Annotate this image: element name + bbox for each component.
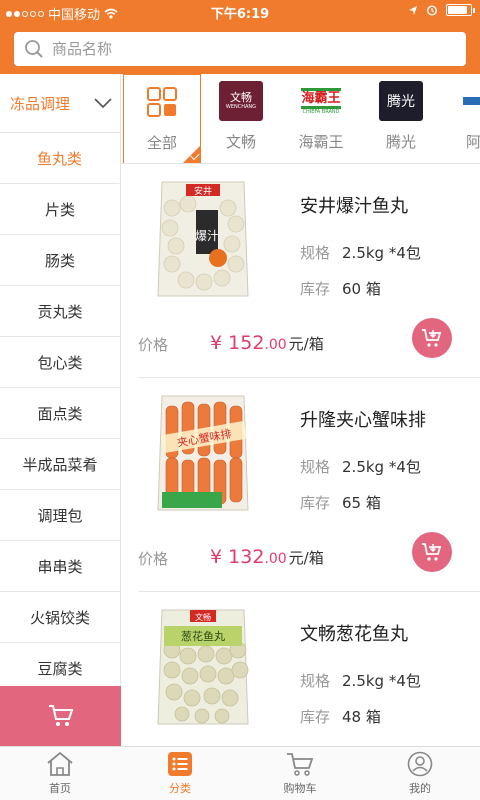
sidebar-item-pastry[interactable]: 面点类 bbox=[0, 388, 120, 439]
product-stock: 库存 48 箱 bbox=[300, 708, 381, 726]
tab-category-label: 分类 bbox=[169, 782, 191, 795]
product-price: ¥ 132.00 元/箱 bbox=[210, 546, 324, 568]
brand-haibawang-label: 海霸王 bbox=[298, 133, 344, 151]
tab-home-label: 首页 bbox=[49, 782, 71, 795]
tab-category[interactable]: 分类 bbox=[120, 751, 240, 796]
product-item[interactable]: 安井 爆汁 安井爆汁鱼丸 规格 2.5kg *4包 库存 60 箱 价格 ¥ 152… bbox=[122, 164, 480, 378]
product-name: 文畅葱花鱼丸 bbox=[300, 624, 408, 645]
tab-cart-label: 购物车 bbox=[283, 782, 317, 795]
status-bar: 中国移动 下午6:19 bbox=[0, 0, 480, 24]
tab-profile-label: 我的 bbox=[409, 782, 431, 795]
add-to-cart-button[interactable] bbox=[412, 532, 452, 572]
brand-wenchang-label: 文畅 bbox=[225, 133, 256, 151]
product-item[interactable]: 夹心蟹味排 升隆夹心蟹味排 规格 2.5kg *4包 库存 65 箱 价格 ¥ 13… bbox=[122, 378, 480, 592]
product-spec: 规格 2.5kg *4包 bbox=[300, 244, 421, 262]
home-icon bbox=[47, 751, 73, 776]
cart-icon bbox=[48, 705, 73, 726]
sidebar-cart-button[interactable] bbox=[0, 686, 121, 746]
price-label: 价格 bbox=[138, 550, 169, 568]
add-to-cart-button[interactable] bbox=[412, 318, 452, 358]
tab-cart[interactable]: 购物车 bbox=[240, 751, 360, 796]
svg-text:安井: 安井 bbox=[194, 185, 212, 197]
sidebar-item-seasoning-pack[interactable]: 调理包 bbox=[0, 490, 120, 541]
category-dropdown-label: 冻品调理 bbox=[10, 94, 71, 113]
product-spec: 规格 2.5kg *4包 bbox=[300, 672, 421, 690]
add-cart-icon bbox=[422, 543, 442, 561]
tab-profile[interactable]: 我的 bbox=[360, 751, 480, 796]
add-cart-icon bbox=[422, 329, 442, 347]
sidebar-item-slices[interactable]: 片类 bbox=[0, 184, 120, 235]
list-icon bbox=[168, 752, 192, 776]
tengguang-logo: 腾光 bbox=[379, 81, 423, 121]
sidebar-item-stuffed[interactable]: 包心类 bbox=[0, 337, 120, 388]
product-item[interactable]: 文畅 葱花鱼丸 文畅葱花鱼丸 规格 2.5kg *4包 库存 48 箱 bbox=[122, 592, 480, 746]
apai-logo bbox=[459, 81, 480, 121]
brand-tengguang-label: 腾光 bbox=[385, 133, 416, 151]
selected-check-icon bbox=[182, 146, 200, 163]
haibawang-logo: 海霸王 CHIEFA BRAND bbox=[299, 81, 343, 121]
grid-icon bbox=[140, 82, 184, 122]
wenchang-logo: 文畅 WENCHANG bbox=[219, 81, 263, 121]
location-icon bbox=[409, 5, 417, 15]
sidebar-item-meatball[interactable]: 贡丸类 bbox=[0, 286, 120, 337]
svg-text:爆汁: 爆汁 bbox=[195, 229, 219, 243]
battery-icon bbox=[446, 4, 475, 16]
product-stock: 库存 60 箱 bbox=[300, 280, 381, 298]
sidebar-item-skewers[interactable]: 串串类 bbox=[0, 541, 120, 592]
category-dropdown[interactable]: 冻品调理 bbox=[0, 74, 120, 133]
brand-tengguang[interactable]: 腾光 腾光 bbox=[361, 74, 441, 163]
search-bar[interactable] bbox=[14, 32, 466, 66]
category-sidebar: 冻品调理 鱼丸类 片类 肠类 贡丸类 包心类 面点类 半成品菜肴 调理包 串串类… bbox=[0, 74, 121, 746]
brand-wenchang[interactable]: 文畅 WENCHANG 文畅 bbox=[201, 74, 281, 163]
alarm-icon bbox=[426, 5, 438, 16]
brand-all-label: 全部 bbox=[146, 134, 177, 152]
tab-home[interactable]: 首页 bbox=[0, 751, 120, 796]
product-price: ¥ 152.00 元/箱 bbox=[210, 332, 324, 354]
search-icon bbox=[25, 40, 43, 58]
sidebar-item-sausage[interactable]: 肠类 bbox=[0, 235, 120, 286]
user-icon bbox=[407, 751, 433, 777]
product-spec: 规格 2.5kg *4包 bbox=[300, 458, 421, 476]
brand-apai[interactable]: 阿拍 bbox=[441, 74, 480, 163]
cart-icon bbox=[287, 753, 314, 776]
brand-apai-label: 阿拍 bbox=[465, 133, 480, 151]
brand-haibawang[interactable]: 海霸王 CHIEFA BRAND 海霸王 bbox=[281, 74, 361, 163]
product-image: 安井 爆汁 bbox=[157, 181, 249, 297]
product-list: 安井 爆汁 安井爆汁鱼丸 规格 2.5kg *4包 库存 60 箱 价格 ¥ 152… bbox=[122, 164, 480, 746]
svg-text:文畅: 文畅 bbox=[195, 612, 211, 622]
svg-text:葱花鱼丸: 葱花鱼丸 bbox=[181, 629, 225, 643]
brand-filter-bar: 全部 文畅 WENCHANG 文畅 海霸王 CHIEFA BRAND 海霸王 腾… bbox=[121, 74, 480, 164]
product-name: 安井爆汁鱼丸 bbox=[300, 196, 408, 217]
sidebar-item-fishball[interactable]: 鱼丸类 bbox=[0, 133, 120, 184]
header: 中国移动 下午6:19 bbox=[0, 0, 480, 74]
sidebar-item-dumplings[interactable]: 火锅饺类 bbox=[0, 592, 120, 643]
product-stock: 库存 65 箱 bbox=[300, 494, 381, 512]
product-image: 夹心蟹味排 bbox=[157, 395, 249, 511]
brand-all[interactable]: 全部 bbox=[123, 74, 201, 163]
search-input[interactable] bbox=[52, 40, 432, 58]
bottom-tab-bar: 首页 分类 购物车 我的 bbox=[0, 746, 480, 800]
sidebar-item-semi-dishes[interactable]: 半成品菜肴 bbox=[0, 439, 120, 490]
product-image: 文畅 葱花鱼丸 bbox=[157, 609, 249, 725]
product-name: 升隆夹心蟹味排 bbox=[300, 410, 426, 431]
price-label: 价格 bbox=[138, 336, 169, 354]
chevron-down-icon bbox=[94, 98, 112, 108]
